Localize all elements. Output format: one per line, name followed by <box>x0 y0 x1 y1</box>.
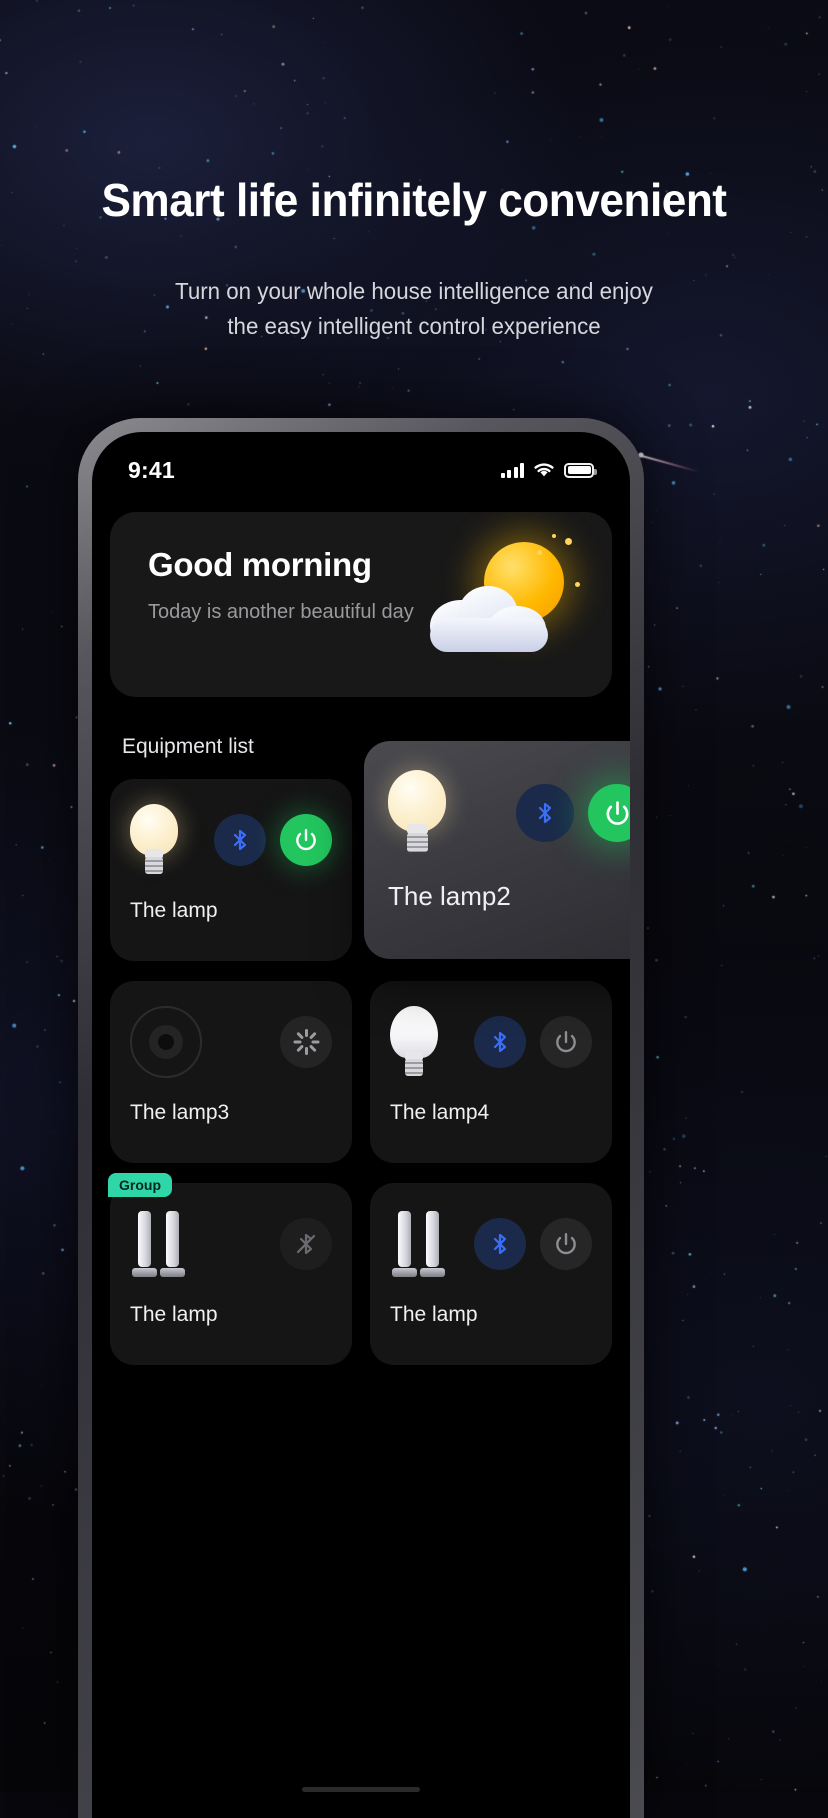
device-actions <box>516 784 630 842</box>
light-bulb-cone-icon <box>390 1006 438 1078</box>
hero-section: Smart life infinitely convenient Turn on… <box>0 175 828 345</box>
wifi-icon <box>534 463 554 477</box>
device-card-tube-lamp[interactable]: The lamp <box>370 1183 612 1365</box>
cloud-icon <box>430 586 548 652</box>
device-name: The lamp <box>130 1303 218 1326</box>
page-subtitle: Turn on your whole house intelligence an… <box>12 274 815 345</box>
device-actions <box>280 1218 332 1270</box>
sun-behind-cloud-icon <box>428 534 580 658</box>
bluetooth-icon[interactable] <box>474 1218 526 1270</box>
page-subtitle-line1: Turn on your whole house intelligence an… <box>175 277 653 304</box>
device-card-the-lamp3[interactable]: The lamp3 <box>110 981 352 1163</box>
power-icon[interactable] <box>588 784 630 842</box>
bluetooth-icon[interactable] <box>214 814 266 866</box>
bluetooth-off-icon[interactable] <box>280 1218 332 1270</box>
tube-lamp-icon <box>130 1207 194 1281</box>
tube-lamp-icon <box>390 1207 454 1281</box>
status-bar-icons <box>500 462 597 478</box>
device-name: The lamp3 <box>130 1101 230 1124</box>
device-card-the-lamp[interactable]: The lamp <box>110 779 352 961</box>
device-card-header <box>130 801 332 879</box>
page-subtitle-line2: the easy intelligent control experience <box>227 313 601 340</box>
device-name: The lamp <box>390 1303 478 1326</box>
power-icon[interactable] <box>540 1016 592 1068</box>
device-name: The lamp2 <box>388 881 511 911</box>
device-card-header <box>388 767 630 859</box>
power-icon[interactable] <box>540 1218 592 1270</box>
bluetooth-icon[interactable] <box>516 784 574 842</box>
light-bulb-on-icon <box>130 804 178 876</box>
power-icon[interactable] <box>280 814 332 866</box>
battery-full-icon <box>564 462 597 478</box>
status-bar: 9:41 <box>92 432 630 494</box>
status-bar-time: 9:41 <box>128 456 175 483</box>
device-card-header <box>390 1205 592 1283</box>
device-name: The lamp <box>130 899 218 922</box>
device-actions <box>280 1016 332 1068</box>
status-badge: Group <box>108 1173 172 1197</box>
phone-mockup: 9:41 Good morning Today is another beaut… <box>78 418 644 1818</box>
device-card-header <box>390 1003 592 1081</box>
device-grid: The lamp The lamp2 The lamp3 The lamp4 G… <box>108 741 630 1365</box>
device-card-the-lamp4[interactable]: The lamp4 <box>370 981 612 1163</box>
device-card-group-lamp[interactable]: Group The lamp <box>108 1173 352 1365</box>
device-actions <box>474 1218 592 1270</box>
light-bulb-on-icon <box>388 770 446 856</box>
device-actions <box>474 1016 592 1068</box>
home-indicator <box>302 1787 420 1792</box>
bluetooth-icon[interactable] <box>474 1016 526 1068</box>
device-card-header <box>130 1003 332 1081</box>
device-card-the-lamp2[interactable]: The lamp2 <box>364 741 630 959</box>
spinner-glyph <box>293 1029 319 1055</box>
page-title: Smart life infinitely convenient <box>101 174 727 226</box>
cellular-signal-icon <box>500 462 524 478</box>
ring-light-off-icon <box>130 1006 202 1078</box>
device-card-header <box>130 1205 332 1283</box>
phone-screen: 9:41 Good morning Today is another beaut… <box>92 432 630 1818</box>
device-actions <box>214 814 332 866</box>
loading-spinner-icon[interactable] <box>280 1016 332 1068</box>
greeting-card: Good morning Today is another beautiful … <box>110 512 612 697</box>
device-name: The lamp4 <box>390 1101 490 1124</box>
